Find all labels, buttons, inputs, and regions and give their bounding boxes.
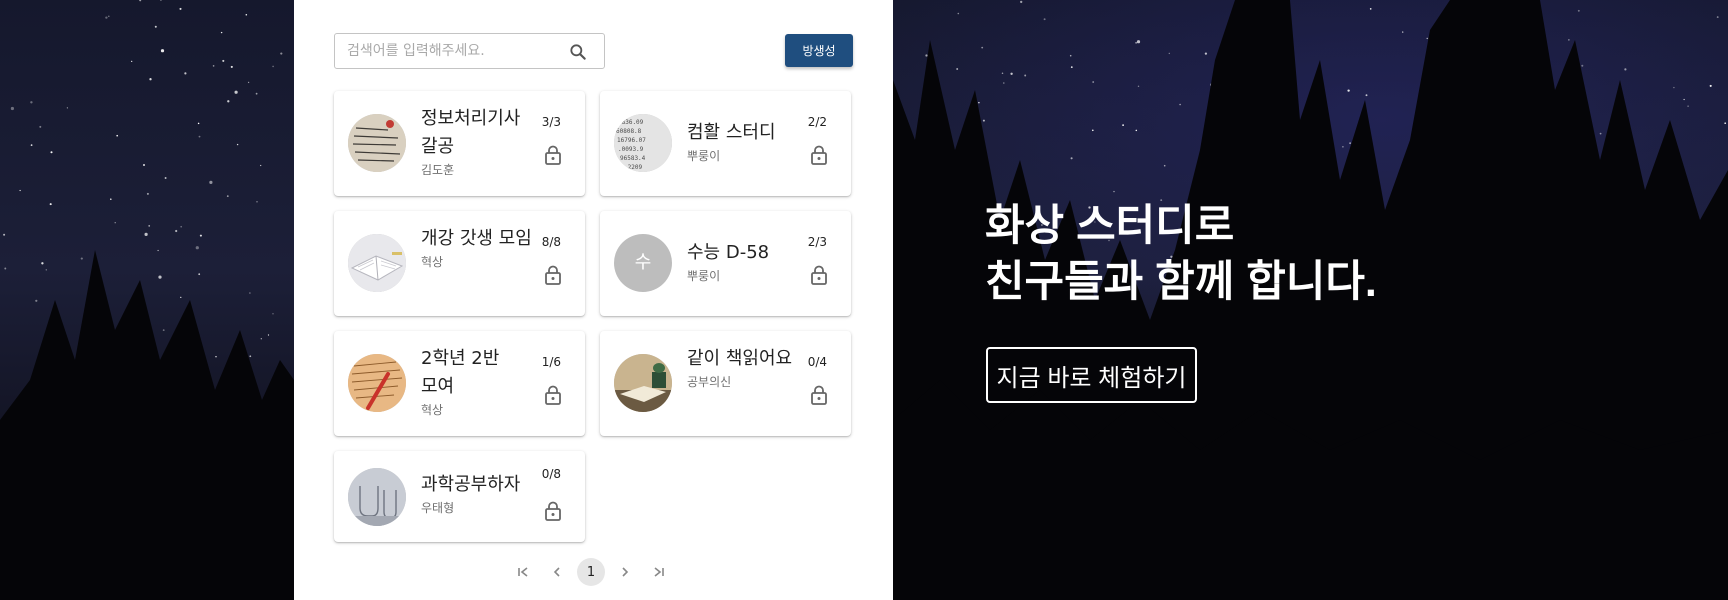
room-avatar <box>348 468 406 526</box>
room-card[interactable]: 2836.09 60808.8 16796.07 .0093.9 96583.4 .2… <box>600 91 851 196</box>
room-avatar: 수 <box>614 234 672 292</box>
try-now-button[interactable]: 지금 바로 체험하기 <box>986 347 1197 403</box>
room-avatar <box>348 234 406 292</box>
room-info: 컴활 스터디 뿌룽이 <box>687 119 801 164</box>
last-page-icon <box>654 567 664 577</box>
room-avatar <box>348 354 406 412</box>
chevron-right-icon <box>622 567 629 577</box>
room-info: 2학년 2반 모여 혁상 <box>421 345 535 418</box>
member-count: 2/2 <box>807 115 827 129</box>
hero-headline-line2: 친구들과 함께 합니다. <box>985 258 1377 306</box>
room-title: 수능 D-58 <box>687 242 770 263</box>
room-title: 컴활 스터디 <box>687 122 776 143</box>
last-page-button[interactable] <box>645 558 673 586</box>
room-info: 같이 책읽어요 공부의신 <box>687 345 801 390</box>
room-title: 정보처리기사 갈공 <box>421 108 521 157</box>
room-card[interactable]: 같이 책읽어요 공부의신 0/4 <box>600 331 851 436</box>
member-count: 1/6 <box>541 355 561 369</box>
svg-text:.2209: .2209 <box>624 164 642 171</box>
first-page-icon <box>518 567 528 577</box>
room-owner: 혁상 <box>421 255 444 269</box>
room-card[interactable]: 과학공부하자 우태형 0/8 <box>334 451 585 542</box>
room-info: 과학공부하자 우태형 <box>421 471 535 516</box>
lock-icon <box>545 265 561 285</box>
next-page-button[interactable] <box>611 558 639 586</box>
lock-icon <box>811 145 827 165</box>
lock-icon <box>811 385 827 405</box>
room-card[interactable]: 2학년 2반 모여 혁상 1/6 <box>334 331 585 436</box>
lock-icon <box>545 501 561 521</box>
page-number-button[interactable]: 1 <box>577 558 605 586</box>
room-info: 수능 D-58 뿌룽이 <box>687 239 801 284</box>
create-room-button[interactable]: 방생성 <box>785 34 853 67</box>
lock-icon <box>545 385 561 405</box>
room-owner: 뿌룽이 <box>687 269 721 283</box>
room-card[interactable]: 개강 갓생 모임 혁상 8/8 <box>334 211 585 316</box>
svg-text:60808.8: 60808.8 <box>616 128 642 135</box>
room-title: 같이 책읽어요 <box>687 348 793 369</box>
room-card[interactable]: 수 수능 D-58 뿌룽이 2/3 <box>600 211 851 316</box>
hero-headline: 화상 스터디로 친구들과 함께 합니다. <box>985 198 1377 310</box>
room-title: 과학공부하자 <box>421 474 521 495</box>
member-count: 3/3 <box>541 115 561 129</box>
room-title: 2학년 2반 모여 <box>421 348 500 397</box>
room-avatar <box>614 354 672 412</box>
room-owner: 공부의신 <box>687 375 732 389</box>
svg-text:16796.07: 16796.07 <box>617 137 646 144</box>
svg-text:96583.4: 96583.4 <box>620 155 646 162</box>
room-info: 개강 갓생 모임 혁상 <box>421 225 535 270</box>
member-count: 8/8 <box>541 235 561 249</box>
room-owner: 혁상 <box>421 403 444 417</box>
search-icon[interactable] <box>568 42 588 62</box>
previous-page-button[interactable] <box>543 558 571 586</box>
lock-icon <box>545 145 561 165</box>
member-count: 0/4 <box>807 355 827 369</box>
lock-icon <box>811 265 827 285</box>
search-input[interactable] <box>335 34 560 68</box>
search-box <box>334 33 605 69</box>
avatar-letter: 수 <box>634 252 652 273</box>
room-info: 정보처리기사 갈공 김도훈 <box>421 105 535 178</box>
pagination: 1 <box>506 558 676 586</box>
room-card[interactable]: 정보처리기사 갈공 김도훈 3/3 <box>334 91 585 196</box>
svg-text:.0093.9: .0093.9 <box>618 146 644 153</box>
hero-headline-line1: 화상 스터디로 <box>985 202 1235 250</box>
room-avatar <box>348 114 406 172</box>
member-count: 2/3 <box>807 235 827 249</box>
room-owner: 우태형 <box>421 501 455 515</box>
member-count: 0/8 <box>541 467 561 481</box>
room-title: 개강 갓생 모임 <box>421 228 532 249</box>
chevron-left-icon <box>553 567 560 577</box>
room-owner: 김도훈 <box>421 163 455 177</box>
room-avatar: 2836.09 60808.8 16796.07 .0093.9 96583.4 .2… <box>614 114 672 172</box>
study-room-panel: 방생성 정보처리기사 갈공 김도훈 3/3 <box>294 0 893 600</box>
first-page-button[interactable] <box>509 558 537 586</box>
svg-text:2836.09: 2836.09 <box>618 119 644 126</box>
room-owner: 뿌룽이 <box>687 149 721 163</box>
